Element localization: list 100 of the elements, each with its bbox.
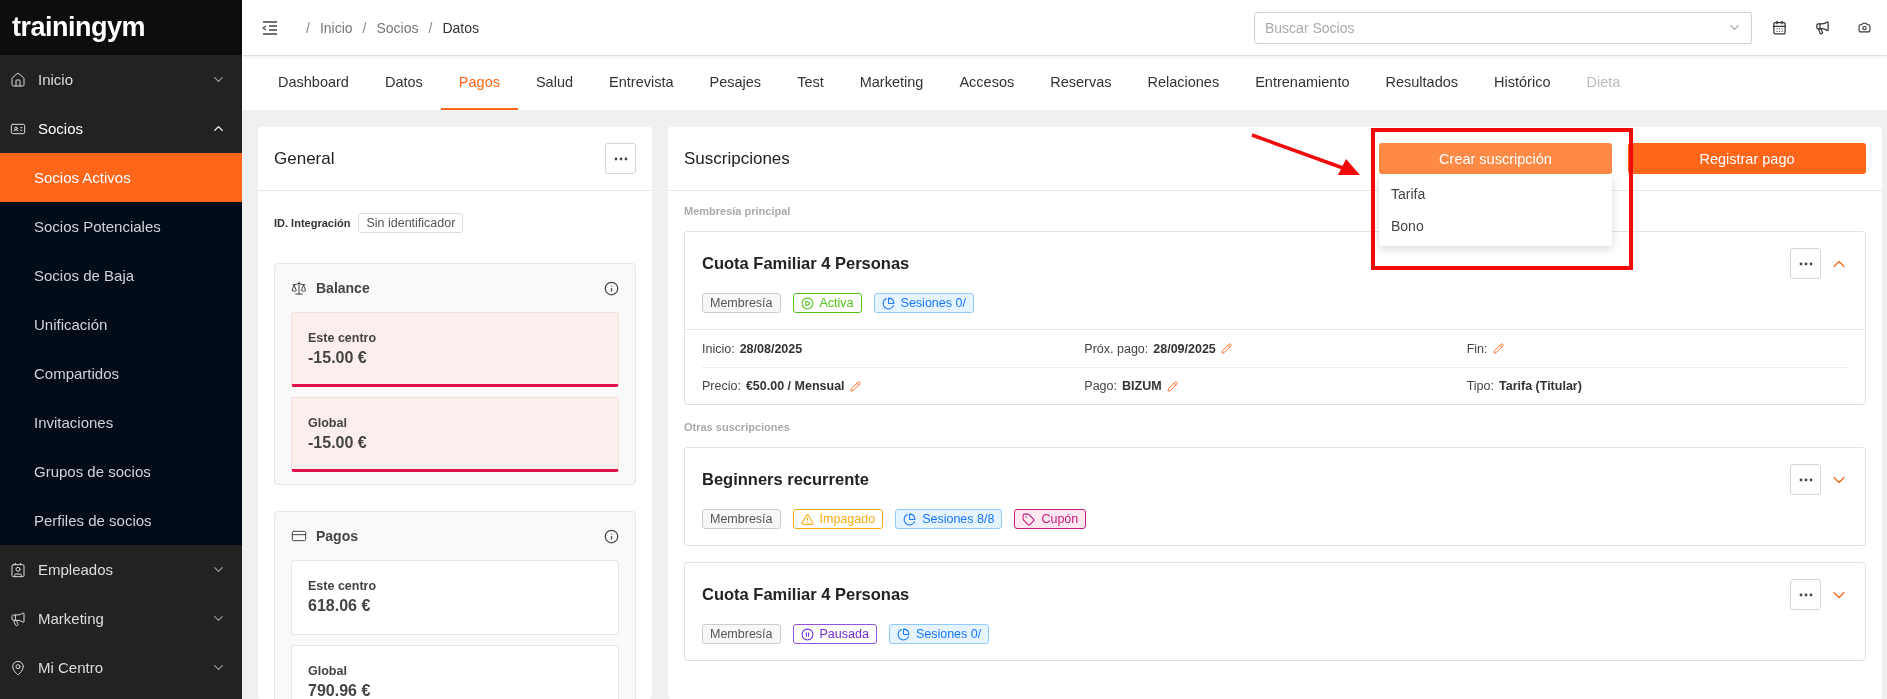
breadcrumb-separator: / bbox=[306, 19, 310, 36]
breadcrumb-link[interactable]: Inicio bbox=[319, 19, 353, 36]
detail-value: 28/09/2025 bbox=[1153, 341, 1216, 356]
more-button[interactable] bbox=[1790, 579, 1821, 610]
calendar-icon[interactable] bbox=[1772, 20, 1787, 35]
more-button[interactable] bbox=[605, 143, 636, 174]
tab[interactable]: Reservas bbox=[1032, 56, 1130, 110]
megaphone-icon[interactable] bbox=[1815, 20, 1830, 35]
sidebar-group[interactable]: Inicio bbox=[0, 55, 242, 104]
detail-label: Inicio: bbox=[702, 341, 735, 356]
status-tag: Membresía bbox=[702, 293, 781, 313]
more-button[interactable] bbox=[1790, 464, 1821, 495]
menu-item[interactable]: Tarifa bbox=[1379, 178, 1612, 210]
tab[interactable]: Relaciones bbox=[1129, 56, 1238, 110]
more-icon bbox=[1798, 261, 1813, 266]
status-tag: Impagado bbox=[792, 509, 884, 529]
tab[interactable]: Marketing bbox=[841, 56, 942, 110]
detail-label: Precio: bbox=[702, 379, 741, 393]
tab[interactable]: Resultados bbox=[1367, 56, 1477, 110]
status-tag: Sesiones 0/ bbox=[873, 293, 974, 313]
tag-icon bbox=[903, 512, 917, 526]
menu-icon[interactable] bbox=[262, 20, 278, 35]
field-label: ID. Integración bbox=[274, 217, 351, 229]
amount-value: 790.96 € bbox=[308, 682, 372, 699]
detail-value: BIZUM bbox=[1122, 379, 1162, 393]
tab[interactable]: Salud bbox=[517, 56, 592, 110]
tab[interactable]: Entrevista bbox=[591, 56, 692, 110]
breadcrumb-link[interactable]: Socios bbox=[376, 19, 419, 36]
more-icon bbox=[1798, 592, 1813, 597]
detail-label: Pago: bbox=[1084, 379, 1117, 393]
info-icon[interactable] bbox=[604, 528, 619, 544]
subscription-name: Cuota Familiar 4 Personas bbox=[702, 254, 911, 273]
tab[interactable]: Datos bbox=[366, 56, 441, 110]
breadcrumb-separator: / bbox=[428, 19, 433, 36]
status-tag: Membresía bbox=[702, 509, 781, 529]
tag-icon bbox=[800, 512, 814, 526]
status-tag: Cupón bbox=[1014, 509, 1087, 529]
sidebar-group[interactable]: Socios bbox=[0, 104, 242, 153]
integration-id-tag: Sin identificador bbox=[358, 213, 464, 233]
amount-value: 618.06 € bbox=[308, 597, 372, 615]
subscription-name: Cuota Familiar 4 Personas bbox=[702, 585, 911, 604]
amount-label: Global bbox=[308, 416, 348, 430]
sidebar-group[interactable]: Mi Centro bbox=[0, 643, 242, 692]
more-icon bbox=[1798, 477, 1813, 482]
detail-label: Próx. pago: bbox=[1084, 341, 1149, 356]
status-tag: Membresía bbox=[702, 624, 781, 644]
status-tag: Pausada bbox=[792, 624, 877, 644]
edit-icon[interactable] bbox=[849, 380, 861, 392]
sidebar-item[interactable]: Compartidos bbox=[0, 349, 242, 398]
group-heading: Membresía principal bbox=[684, 205, 792, 217]
sidebar-item[interactable]: Unificación bbox=[0, 300, 242, 349]
sidebar-item[interactable]: Socios de Baja bbox=[0, 251, 242, 300]
edit-icon[interactable] bbox=[1166, 380, 1178, 392]
panel-title: General bbox=[274, 148, 336, 169]
info-icon[interactable] bbox=[604, 280, 619, 296]
group-heading: Otras suscripciones bbox=[684, 421, 791, 433]
amount-value: -15.00 € bbox=[308, 434, 368, 452]
tab[interactable]: Dashboard bbox=[260, 56, 367, 110]
breadcrumb-link[interactable]: Datos bbox=[442, 19, 479, 36]
sidebar-item[interactable]: Perfiles de socios bbox=[0, 496, 242, 545]
detail-label: Fin: bbox=[1466, 341, 1488, 356]
tab[interactable]: Accesos bbox=[941, 56, 1033, 110]
amount-label: Este centro bbox=[308, 579, 378, 593]
sidebar-item[interactable]: Invitaciones bbox=[0, 398, 242, 447]
tab[interactable]: Histórico bbox=[1476, 56, 1569, 110]
panel-title: Suscripciones bbox=[684, 148, 791, 169]
card-icon bbox=[291, 528, 307, 544]
scale-icon bbox=[291, 280, 307, 296]
edit-icon[interactable] bbox=[1492, 343, 1504, 354]
detail-label: Tipo: bbox=[1466, 379, 1494, 393]
tab[interactable]: Test bbox=[779, 56, 842, 110]
detail-value: Tarifa (Titular) bbox=[1499, 379, 1582, 393]
tag-icon bbox=[896, 627, 910, 641]
amount-label: Este centro bbox=[308, 331, 378, 345]
status-tag: Sesiones 0/ bbox=[888, 624, 990, 644]
sidebar-group[interactable]: Empleados bbox=[0, 545, 242, 594]
detail-value: €50.00 / Mensual bbox=[745, 379, 845, 393]
tag-icon bbox=[800, 627, 814, 641]
detail-value: 28/08/2025 bbox=[739, 341, 803, 356]
sidebar-group[interactable]: Marketing bbox=[0, 594, 242, 643]
tag-icon bbox=[800, 296, 814, 310]
search-field[interactable]: Buscar Socios bbox=[1254, 11, 1752, 44]
edit-icon[interactable] bbox=[1220, 343, 1232, 354]
nav-icon bbox=[10, 610, 26, 627]
camera-icon[interactable] bbox=[1858, 21, 1871, 34]
subscription-name: Beginners recurrente bbox=[702, 470, 870, 489]
status-tag: Activa bbox=[792, 293, 862, 313]
menu-item[interactable]: Bono bbox=[1379, 210, 1612, 242]
more-icon bbox=[613, 156, 628, 161]
nav-icon bbox=[10, 659, 26, 676]
sidebar-item[interactable]: Socios Potenciales bbox=[0, 202, 242, 251]
more-button[interactable] bbox=[1790, 248, 1821, 279]
amount-value: -15.00 € bbox=[308, 349, 368, 367]
nav-icon bbox=[10, 71, 26, 88]
tab[interactable]: Pesajes bbox=[691, 56, 780, 110]
sidebar-item[interactable]: Grupos de socios bbox=[0, 447, 242, 496]
tab[interactable]: Entrenamiento bbox=[1237, 56, 1368, 110]
section-title: Pagos bbox=[316, 528, 359, 544]
nav-icon bbox=[10, 561, 26, 578]
section-title: Balance bbox=[316, 280, 371, 296]
